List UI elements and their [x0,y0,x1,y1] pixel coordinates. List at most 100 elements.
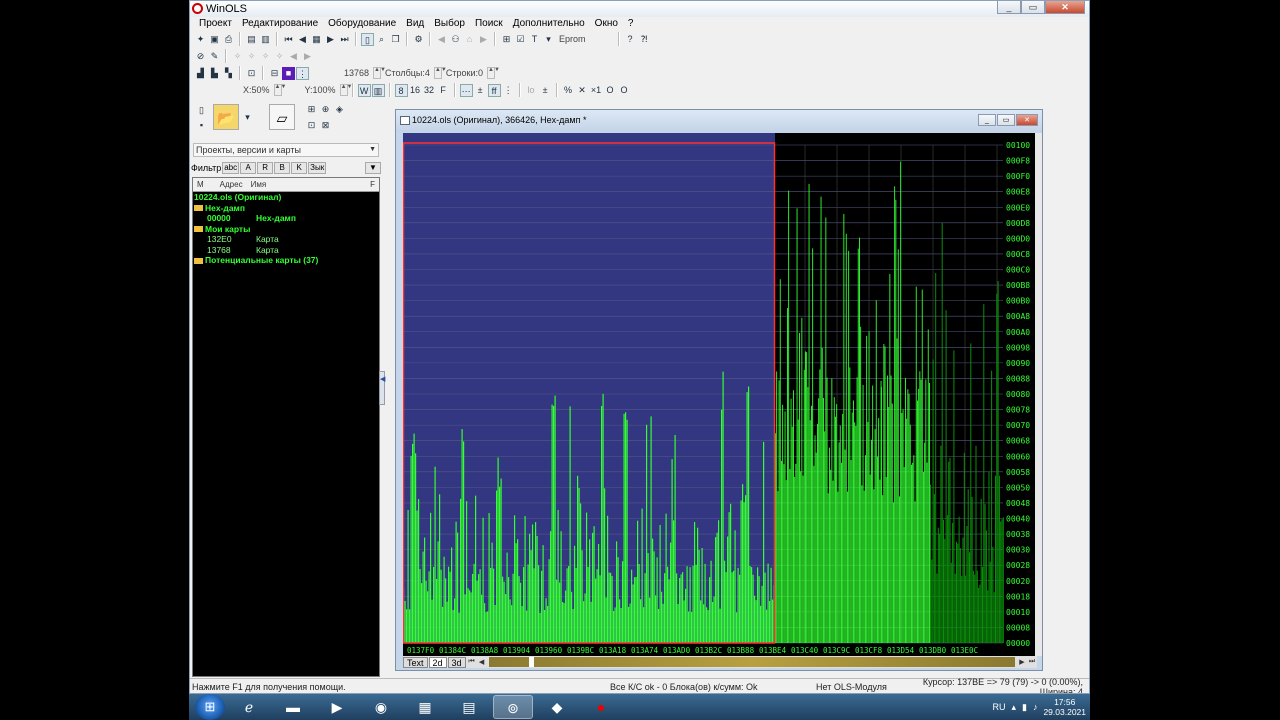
chart-up-icon[interactable]: ▟ [194,67,207,80]
nav-last-icon[interactable]: ⏭ [1027,658,1037,666]
tools-icon[interactable]: ⚙ [412,33,425,46]
menu-hardware[interactable]: Оборудование [323,17,401,31]
scroll-thumb[interactable] [528,657,534,667]
calculator-icon[interactable]: ▤ [449,695,489,719]
view-bin-icon[interactable]: ⋮ [502,84,515,97]
rows-field[interactable]: Строки:0 [443,68,486,78]
tool5-icon[interactable]: ◀ [287,50,300,63]
connect-icon[interactable]: ⚇ [449,33,462,46]
tab-3d[interactable]: 3d [447,656,466,668]
menu-edit[interactable]: Редактирование [237,17,323,31]
save-icon[interactable]: ▪ [195,119,208,132]
y-zoom-field[interactable]: Y:100% [302,85,339,95]
forward-icon[interactable]: ▶ [477,33,490,46]
first-icon[interactable]: ⏮ [282,33,295,46]
x-zoom-spinner[interactable]: ▲▼ [273,84,286,96]
lohi-icon[interactable]: lo [525,84,538,97]
map-icon[interactable]: ⊡ [245,67,258,80]
minimize-button[interactable]: _ [997,1,1021,14]
view-f-icon[interactable]: F [437,84,450,97]
network-icon[interactable]: ▮ [1022,702,1027,713]
view-16-icon[interactable]: 16 [409,84,422,97]
view-dec-icon[interactable]: ± [474,84,487,97]
project-combo[interactable]: Проекты, версии и карты ▼ [193,143,379,157]
list-icon[interactable]: ▦ [310,33,323,46]
panel-splitter[interactable]: ◀ [379,371,385,405]
red-app-icon[interactable]: ◆ [537,695,577,719]
eprom-label[interactable]: Eprom [556,34,589,44]
start-button[interactable]: ⊞ [195,694,225,720]
language-indicator[interactable]: RU [992,702,1005,712]
nav-first-icon[interactable]: ⏮ [467,658,477,666]
home-icon[interactable]: ⌂ [463,33,476,46]
copy-icon[interactable]: ❐ [389,33,402,46]
view-w-icon[interactable]: W [357,83,371,97]
tree-col-m[interactable]: M [193,180,208,189]
y-zoom-spinner[interactable]: ▲▼ [339,84,352,96]
filter-btn-b[interactable]: B [274,162,291,174]
grid-icon[interactable]: ⊟ [268,67,281,80]
tray-expand-icon[interactable]: ▴ [1011,702,1016,713]
ie-icon[interactable]: ℯ [229,695,269,719]
orig2-icon[interactable]: O [618,84,631,97]
chart-down-icon[interactable]: ▙ [208,67,221,80]
tree-col-f[interactable]: F [366,180,379,189]
orig-icon[interactable]: O [604,84,617,97]
child-minimize-button[interactable]: _ [978,114,996,126]
window-icon[interactable]: ▯ [361,32,374,46]
filter-btn-abc[interactable]: abc [222,162,240,174]
checkbox-v-icon[interactable]: ☑ [514,33,527,46]
chevron-down-icon[interactable]: ▾ [542,33,555,46]
tool4-icon[interactable]: ✧ [273,50,286,63]
tree-item[interactable]: 10224.ols (Оригинал) [193,192,379,203]
zoom-icon[interactable]: ⌕ [375,33,388,46]
tree-item[interactable]: Hex-дамп [193,203,379,214]
tool-d-icon[interactable]: ⊡ [305,119,318,132]
columns-icon[interactable]: ⋮ [296,66,309,80]
last-icon[interactable]: ⏭ [338,33,351,46]
import-icon[interactable]: ▤ [245,33,258,46]
print-icon[interactable]: ⎙ [222,33,235,46]
table-icon[interactable]: ⊞ [500,33,513,46]
menu-window[interactable]: Окно [590,17,623,31]
x-zoom-field[interactable]: X:50% [240,85,273,95]
menu-help[interactable]: ? [623,17,639,31]
filter-btn-a[interactable]: A [240,162,257,174]
recent-button[interactable]: ▱ [269,104,295,130]
view-8-icon[interactable]: 8 [394,83,408,97]
nav-next-icon[interactable]: ▶ [1017,658,1027,666]
open-folder-button[interactable]: 📂 [213,104,239,130]
tree-item[interactable]: 132E0 Карта [193,234,379,245]
context-help-icon[interactable]: ⁈ [638,33,651,46]
new-doc-icon[interactable]: ▯ [195,104,208,117]
close-button[interactable]: ✕ [1045,1,1085,14]
open-dropdown-icon[interactable]: ▾ [241,111,254,124]
tag-icon[interactable]: ✎ [208,50,221,63]
tool1-icon[interactable]: ✧ [231,50,244,63]
columns-field[interactable]: Столбцы:4 [382,68,433,78]
filter-btn-r[interactable]: R [257,162,274,174]
export-icon[interactable]: ▥ [259,33,272,46]
diff-icon[interactable]: ✕ [576,84,589,97]
child-close-button[interactable]: ✕ [1016,114,1038,126]
tool3-icon[interactable]: ✧ [259,50,272,63]
tree-item[interactable]: 13768 Карта [193,245,379,256]
view-bars-icon[interactable]: ▥ [371,83,385,97]
menu-selection[interactable]: Выбор [429,17,470,31]
tab-2d[interactable]: 2d [428,656,447,668]
new-project-icon[interactable]: ✦ [194,33,207,46]
rows-spinner[interactable]: ▲▼ [487,67,500,79]
maximize-button[interactable]: ▭ [1021,1,1045,14]
view-32-icon[interactable]: 32 [423,84,436,97]
record-icon[interactable]: ● [581,695,621,719]
next-icon[interactable]: ▶ [324,33,337,46]
winols-task-icon[interactable]: ⊚ [493,695,533,719]
help-icon[interactable]: ? [624,33,637,46]
open-icon[interactable]: ▣ [208,33,221,46]
sign-icon[interactable]: ± [539,84,552,97]
tree-item[interactable]: Мои карты [193,224,379,235]
horizontal-scrollbar[interactable] [488,657,1015,667]
tree-item[interactable]: 00000 Hex-дамп [193,213,379,224]
tree-col-address[interactable]: Адрес [216,180,247,189]
tree-col-name[interactable]: Имя [247,180,271,189]
